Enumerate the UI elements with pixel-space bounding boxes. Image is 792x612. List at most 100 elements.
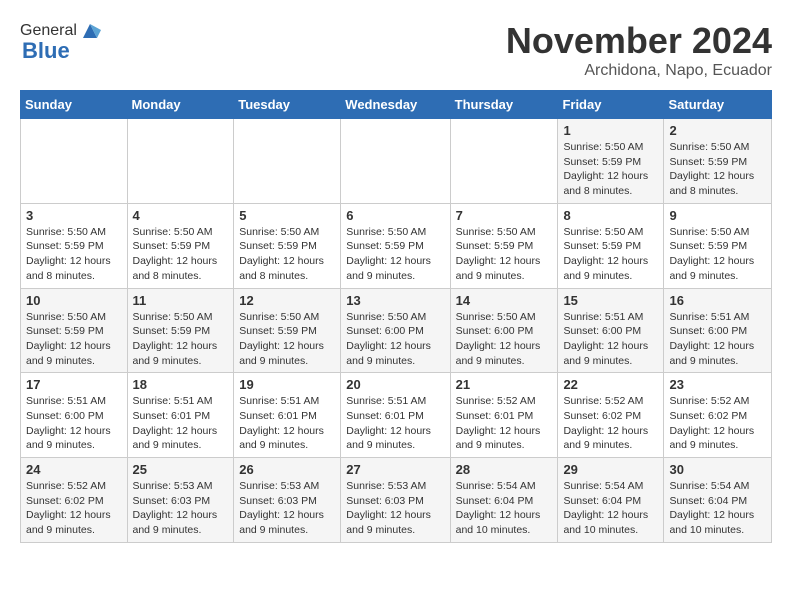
logo-blue-text: Blue: [22, 38, 70, 64]
calendar-cell: 18 Sunrise: 5:51 AMSunset: 6:01 PMDayligh…: [127, 373, 234, 458]
day-info: Sunrise: 5:50 AMSunset: 5:59 PMDaylight:…: [456, 225, 553, 284]
calendar-cell: 21 Sunrise: 5:52 AMSunset: 6:01 PMDayligh…: [450, 373, 558, 458]
day-number: 10: [26, 293, 122, 308]
calendar-cell: 15 Sunrise: 5:51 AMSunset: 6:00 PMDayligh…: [558, 288, 664, 373]
calendar-table: SundayMondayTuesdayWednesdayThursdayFrid…: [20, 90, 772, 543]
day-info: Sunrise: 5:51 AMSunset: 6:01 PMDaylight:…: [239, 394, 335, 453]
day-number: 25: [133, 462, 229, 477]
days-of-week-row: SundayMondayTuesdayWednesdayThursdayFrid…: [21, 91, 772, 119]
day-info: Sunrise: 5:50 AMSunset: 5:59 PMDaylight:…: [239, 310, 335, 369]
day-info: Sunrise: 5:51 AMSunset: 6:00 PMDaylight:…: [669, 310, 766, 369]
title-section: November 2024 Archidona, Napo, Ecuador: [506, 20, 772, 80]
day-info: Sunrise: 5:51 AMSunset: 6:00 PMDaylight:…: [563, 310, 658, 369]
day-number: 1: [563, 123, 658, 138]
day-info: Sunrise: 5:52 AMSunset: 6:02 PMDaylight:…: [669, 394, 766, 453]
day-number: 19: [239, 377, 335, 392]
day-info: Sunrise: 5:53 AMSunset: 6:03 PMDaylight:…: [346, 479, 444, 538]
calendar-cell: 5Sunrise: 5:50 AMSunset: 5:59 PMDaylight…: [234, 203, 341, 288]
calendar-cell: 23 Sunrise: 5:52 AMSunset: 6:02 PMDayligh…: [664, 373, 772, 458]
day-number: 11: [133, 293, 229, 308]
day-number: 30: [669, 462, 766, 477]
day-info: Sunrise: 5:50 AMSunset: 5:59 PMDaylight:…: [26, 225, 122, 284]
calendar-cell: 24 Sunrise: 5:52 AMSunset: 6:02 PMDayligh…: [21, 458, 128, 543]
calendar-week-row: 3 Sunrise: 5:50 AMSunset: 5:59 PMDaylight…: [21, 203, 772, 288]
month-title: November 2024: [506, 20, 772, 62]
calendar-cell: 11 Sunrise: 5:50 AMSunset: 5:59 PMDayligh…: [127, 288, 234, 373]
calendar-cell: 19 Sunrise: 5:51 AMSunset: 6:01 PMDayligh…: [234, 373, 341, 458]
day-info: Sunrise: 5:50 AMSunset: 6:00 PMDaylight:…: [346, 310, 444, 369]
day-number: 15: [563, 293, 658, 308]
page-header: General Blue November 2024 Archidona, Na…: [20, 20, 772, 80]
calendar-week-row: 1 Sunrise: 5:50 AMSunset: 5:59 PMDaylight…: [21, 119, 772, 204]
day-info: Sunrise: 5:50 AMSunset: 5:59 PMDaylight:…: [563, 225, 658, 284]
calendar-cell: 27 Sunrise: 5:53 AMSunset: 6:03 PMDayligh…: [341, 458, 450, 543]
calendar-cell: 3 Sunrise: 5:50 AMSunset: 5:59 PMDaylight…: [21, 203, 128, 288]
day-info: Sunrise: 5:50 AMSunset: 5:59 PMDaylight:…: [669, 140, 766, 199]
day-of-week-header: Sunday: [21, 91, 128, 119]
day-info: Sunrise: 5:51 AMSunset: 6:00 PMDaylight:…: [26, 394, 122, 453]
calendar-week-row: 17 Sunrise: 5:51 AMSunset: 6:00 PMDayligh…: [21, 373, 772, 458]
day-info: Sunrise: 5:50 AMSunset: 5:59 PMDaylight:…: [26, 310, 122, 369]
day-info: Sunrise: 5:52 AMSunset: 6:02 PMDaylight:…: [26, 479, 122, 538]
calendar-cell: 16 Sunrise: 5:51 AMSunset: 6:00 PMDayligh…: [664, 288, 772, 373]
day-number: 18: [133, 377, 229, 392]
day-number: 2: [669, 123, 766, 138]
calendar-cell: [127, 119, 234, 204]
calendar-cell: [234, 119, 341, 204]
location-subtitle: Archidona, Napo, Ecuador: [506, 62, 772, 80]
day-info: Sunrise: 5:54 AMSunset: 6:04 PMDaylight:…: [456, 479, 553, 538]
day-info: Sunrise: 5:51 AMSunset: 6:01 PMDaylight:…: [346, 394, 444, 453]
day-info: Sunrise: 5:51 AMSunset: 6:01 PMDaylight:…: [133, 394, 229, 453]
day-number: 12: [239, 293, 335, 308]
day-info: Sunrise: 5:52 AMSunset: 6:01 PMDaylight:…: [456, 394, 553, 453]
calendar-cell: 12 Sunrise: 5:50 AMSunset: 5:59 PMDayligh…: [234, 288, 341, 373]
calendar-cell: 29Sunrise: 5:54 AMSunset: 6:04 PMDayligh…: [558, 458, 664, 543]
day-number: 21: [456, 377, 553, 392]
day-info: Sunrise: 5:50 AMSunset: 5:59 PMDaylight:…: [563, 140, 658, 199]
calendar-cell: 26Sunrise: 5:53 AMSunset: 6:03 PMDayligh…: [234, 458, 341, 543]
day-number: 13: [346, 293, 444, 308]
calendar-week-row: 24 Sunrise: 5:52 AMSunset: 6:02 PMDayligh…: [21, 458, 772, 543]
day-number: 28: [456, 462, 553, 477]
day-info: Sunrise: 5:50 AMSunset: 6:00 PMDaylight:…: [456, 310, 553, 369]
day-info: Sunrise: 5:50 AMSunset: 5:59 PMDaylight:…: [346, 225, 444, 284]
day-of-week-header: Saturday: [664, 91, 772, 119]
calendar-cell: 10 Sunrise: 5:50 AMSunset: 5:59 PMDayligh…: [21, 288, 128, 373]
day-number: 5: [239, 208, 335, 223]
day-number: 3: [26, 208, 122, 223]
calendar-cell: [450, 119, 558, 204]
calendar-cell: 17 Sunrise: 5:51 AMSunset: 6:00 PMDayligh…: [21, 373, 128, 458]
day-info: Sunrise: 5:50 AMSunset: 5:59 PMDaylight:…: [133, 310, 229, 369]
day-number: 16: [669, 293, 766, 308]
day-number: 22: [563, 377, 658, 392]
day-number: 24: [26, 462, 122, 477]
day-number: 17: [26, 377, 122, 392]
calendar-cell: 9Sunrise: 5:50 AMSunset: 5:59 PMDaylight…: [664, 203, 772, 288]
logo-icon: [79, 20, 101, 42]
day-number: 23: [669, 377, 766, 392]
day-number: 27: [346, 462, 444, 477]
day-number: 9: [669, 208, 766, 223]
logo: General Blue: [20, 20, 101, 64]
day-number: 8: [563, 208, 658, 223]
calendar-cell: 20 Sunrise: 5:51 AMSunset: 6:01 PMDayligh…: [341, 373, 450, 458]
calendar-cell: [21, 119, 128, 204]
calendar-body: 1 Sunrise: 5:50 AMSunset: 5:59 PMDaylight…: [21, 119, 772, 543]
calendar-cell: 4Sunrise: 5:50 AMSunset: 5:59 PMDaylight…: [127, 203, 234, 288]
day-of-week-header: Friday: [558, 91, 664, 119]
day-info: Sunrise: 5:53 AMSunset: 6:03 PMDaylight:…: [133, 479, 229, 538]
day-number: 14: [456, 293, 553, 308]
calendar-header: SundayMondayTuesdayWednesdayThursdayFrid…: [21, 91, 772, 119]
day-number: 6: [346, 208, 444, 223]
calendar-cell: 8 Sunrise: 5:50 AMSunset: 5:59 PMDaylight…: [558, 203, 664, 288]
day-number: 20: [346, 377, 444, 392]
calendar-cell: 7 Sunrise: 5:50 AMSunset: 5:59 PMDaylight…: [450, 203, 558, 288]
day-number: 4: [133, 208, 229, 223]
calendar-cell: 22 Sunrise: 5:52 AMSunset: 6:02 PMDayligh…: [558, 373, 664, 458]
day-number: 7: [456, 208, 553, 223]
day-of-week-header: Monday: [127, 91, 234, 119]
day-info: Sunrise: 5:54 AMSunset: 6:04 PMDaylight:…: [669, 479, 766, 538]
calendar-cell: 30 Sunrise: 5:54 AMSunset: 6:04 PMDayligh…: [664, 458, 772, 543]
day-number: 26: [239, 462, 335, 477]
day-info: Sunrise: 5:52 AMSunset: 6:02 PMDaylight:…: [563, 394, 658, 453]
